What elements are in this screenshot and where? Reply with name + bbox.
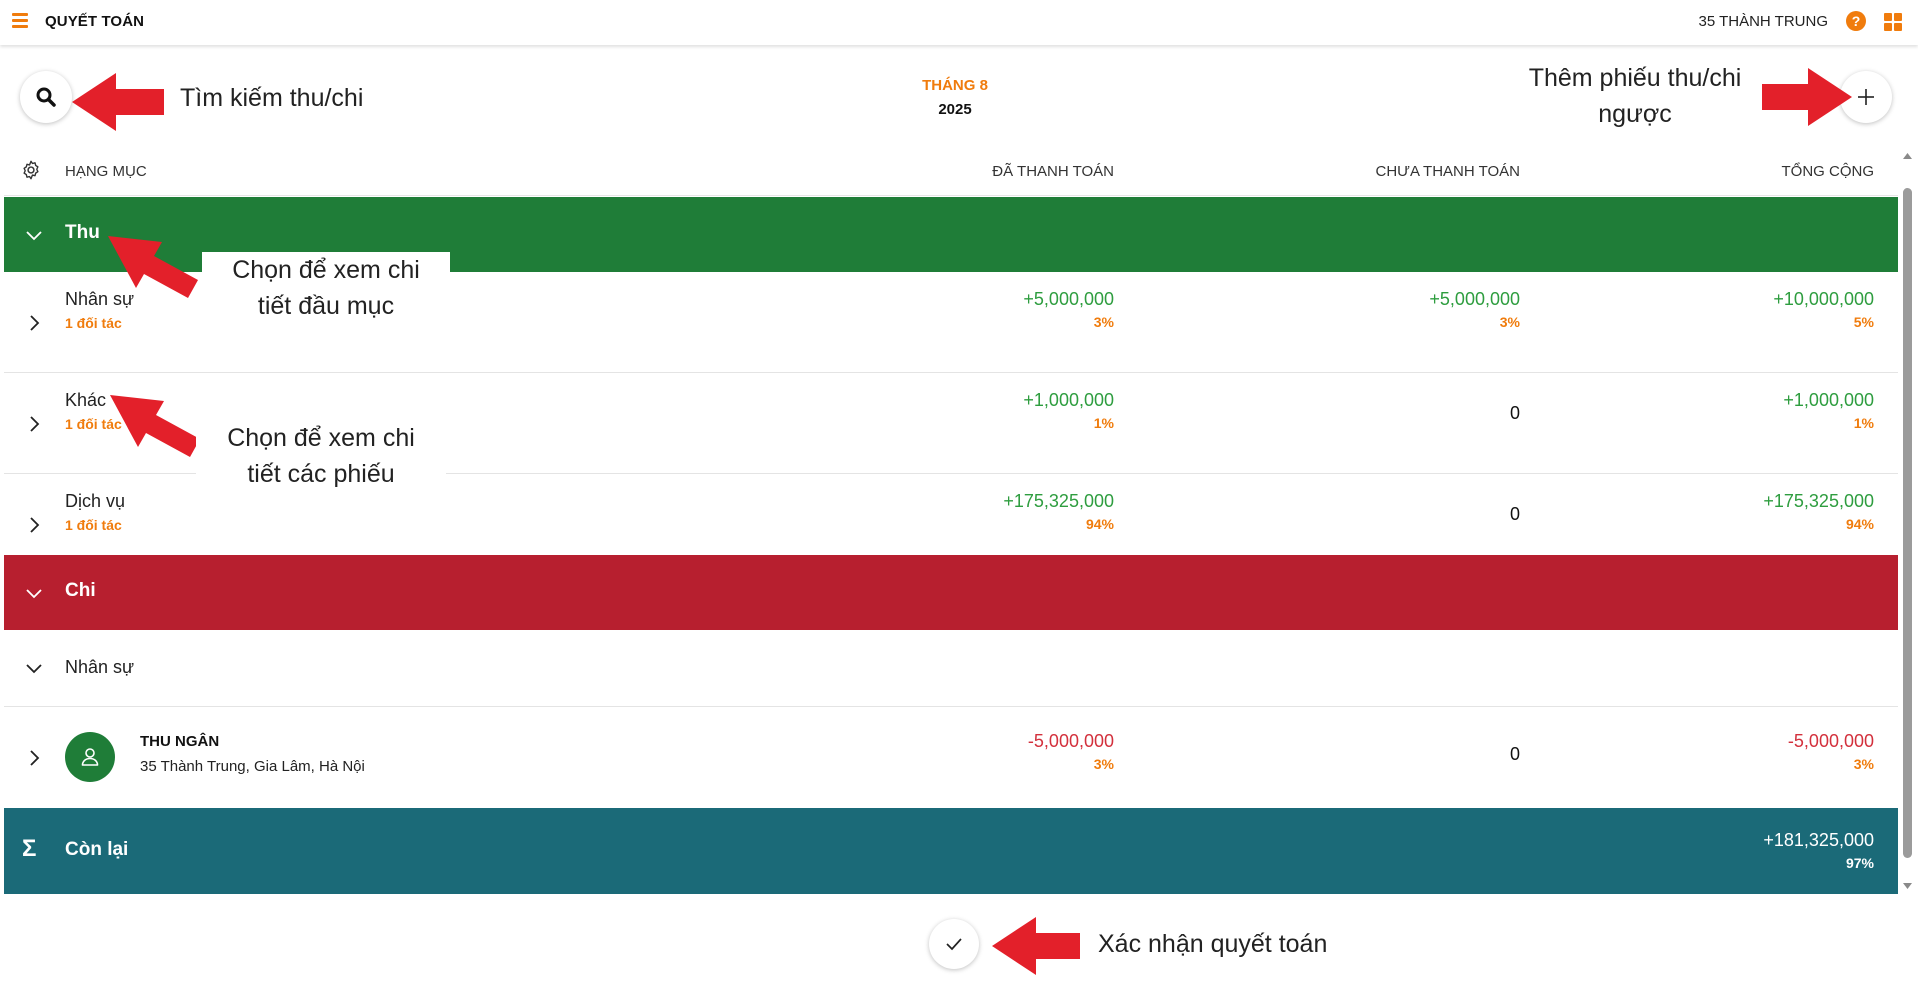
paid-percent: 1% [1093,415,1114,431]
annotation-add: Thêm phiếu thu/chi ngược [1510,60,1760,132]
plus-icon [1858,89,1874,105]
unpaid-amount: 0 [1509,504,1520,524]
chevron-down-icon [26,589,42,599]
annotation-section: Chọn để xem chi tiết đầu mục [202,252,450,324]
column-category: HẠNG MỤC [65,163,147,180]
balance-total-percent: 97% [1845,855,1874,871]
confirm-settlement-button[interactable] [929,919,979,969]
scroll-up-arrow-icon[interactable] [1902,152,1913,160]
unpaid-amount: 0 [1509,744,1520,764]
expense-row-employee[interactable]: THU NGÂN 35 Thành Trung, Gia Lâm, Hà Nội… [4,707,1898,808]
employee-address: 35 Thành Trung, Gia Lâm, Hà Nội [140,758,365,775]
item-partner-count: 1 đối tác [65,517,122,533]
chevron-right-icon [30,315,40,331]
avatar [65,732,115,782]
menu-icon[interactable] [12,13,28,29]
annotation-confirm: Xác nhận quyết toán [1098,926,1328,962]
top-bar: QUYẾT TOÁN 35 THÀNH TRUNG ? [0,0,1918,45]
help-icon[interactable]: ? [1846,11,1866,31]
chevron-down-icon [26,231,42,241]
total-amount: +175,325,000 [1763,491,1874,511]
vertical-scrollbar[interactable] [1899,152,1915,892]
paid-percent: 3% [1093,314,1114,330]
annotation-item: Chọn để xem chi tiết các phiếu [196,420,446,492]
paid-amount: -5,000,000 [1027,731,1114,751]
table-header: HẠNG MỤC ĐÃ THANH TOÁN CHƯA THANH TOÁN T… [4,146,1898,196]
unpaid-amount: +5,000,000 [1429,289,1520,309]
item-label: Khác [65,390,107,410]
annotation-arrow-item [110,395,200,457]
annotation-item-line: Chọn để xem chi [227,424,415,452]
annotation-arrow-search [72,73,164,131]
total-percent: 5% [1853,314,1874,330]
page-title: QUYẾT TOÁN [45,13,145,30]
column-unpaid: CHƯA THANH TOÁN [1375,163,1520,180]
paid-amount: +5,000,000 [1023,289,1114,309]
user-name[interactable]: 35 THÀNH TRUNG [1699,13,1828,30]
total-percent: 1% [1853,415,1874,431]
annotation-arrow-confirm [992,917,1080,975]
expense-group-personnel[interactable]: Nhân sự [4,630,1898,707]
annotation-arrow-add [1762,68,1852,126]
annotation-add-line: Thêm phiếu thu/chi [1528,64,1742,92]
paid-percent: 94% [1085,516,1114,532]
annotation-search: Tìm kiếm thu/chi [180,80,364,116]
annotation-item-line: tiết các phiếu [247,460,395,488]
column-total: TỔNG CỘNG [1781,163,1875,180]
scroll-thumb[interactable] [1903,188,1912,858]
group-label: Nhân sự [65,657,135,677]
balance-row: Σ Còn lại +181,325,000 97% [4,808,1898,894]
total-amount: -5,000,000 [1787,731,1874,751]
gear-icon[interactable] [20,159,42,181]
paid-amount: +1,000,000 [1023,390,1114,410]
annotation-section-line: tiết đầu mục [257,292,395,320]
annotation-arrow-section [108,236,198,298]
person-icon [81,748,99,766]
apps-grid-icon[interactable] [1884,13,1902,31]
unpaid-percent: 3% [1499,314,1520,330]
employee-name: THU NGÂN [140,733,220,750]
chevron-right-icon [30,517,40,533]
scroll-down-arrow-icon[interactable] [1902,882,1913,890]
chevron-down-icon [26,664,42,674]
total-amount: +10,000,000 [1773,289,1874,309]
paid-percent: 3% [1093,756,1114,772]
total-amount: +1,000,000 [1783,390,1874,410]
unpaid-amount: 0 [1509,403,1520,423]
chevron-right-icon [30,416,40,432]
expense-section-header[interactable]: Chi [4,555,1898,630]
column-paid: ĐÃ THANH TOÁN [992,163,1114,180]
item-partner-count: 1 đối tác [65,315,122,331]
total-percent: 3% [1853,756,1874,772]
sigma-icon: Σ [22,835,37,862]
income-title: Thu [65,222,100,243]
item-label: Dịch vụ [65,491,126,511]
annotation-section-line: Chọn để xem chi [232,256,420,284]
chevron-right-icon [30,750,40,766]
balance-total-amount: +181,325,000 [1763,830,1874,850]
annotation-add-line: ngược [1598,100,1672,128]
check-icon [946,938,962,951]
total-percent: 94% [1845,516,1874,532]
expense-title: Chi [65,580,96,601]
balance-title: Còn lại [65,839,129,860]
paid-amount: +175,325,000 [1003,491,1114,511]
